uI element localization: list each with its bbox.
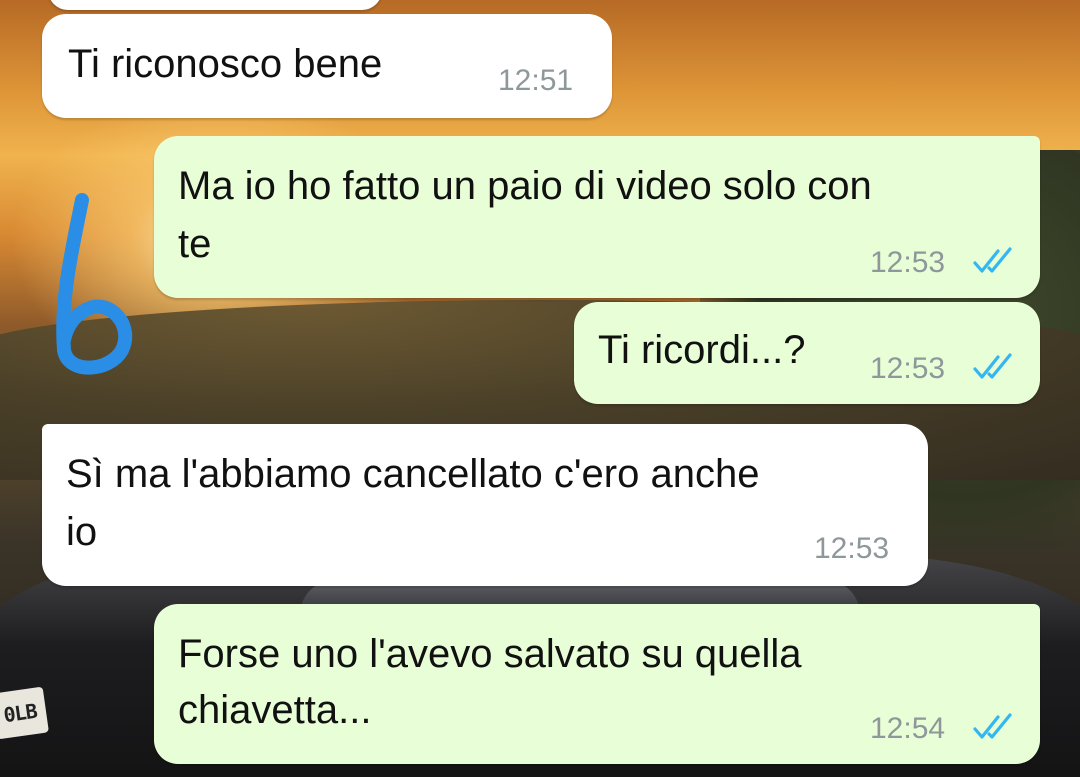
message-text-line: io	[66, 510, 98, 554]
message-timestamp: 12:53	[814, 532, 890, 565]
previous-message-bubble-partial[interactable]	[48, 0, 382, 10]
message-bubble-outgoing[interactable]: Forse uno l'avevo salvato su quella chia…	[154, 604, 1040, 764]
message-bubble-incoming[interactable]: Ti riconosco bene 12:51	[42, 14, 612, 118]
message-text: Ti ricordi...?	[598, 328, 806, 372]
message-text-line: Ma io ho fatto un paio di video solo con	[178, 164, 872, 208]
message-timestamp: 12:54	[870, 712, 946, 745]
message-timestamp: 12:51	[498, 64, 574, 97]
handwritten-annotation-six-icon	[56, 193, 133, 375]
message-text-line: te	[178, 222, 212, 266]
message-bubble-incoming[interactable]: Sì ma l'abbiamo cancellato c'ero anche i…	[42, 424, 928, 586]
double-check-read-icon	[973, 713, 1012, 739]
message-bubble-outgoing[interactable]: Ti ricordi...? 12:53	[574, 302, 1040, 404]
message-text-line: Forse uno l'avevo salvato su quella	[178, 632, 802, 676]
double-check-read-icon	[973, 353, 1012, 379]
message-timestamp: 12:53	[870, 246, 946, 279]
message-bubble-outgoing[interactable]: Ma io ho fatto un paio di video solo con…	[154, 136, 1040, 298]
message-text-line: Sì ma l'abbiamo cancellato c'ero anche	[66, 452, 760, 496]
double-check-read-icon	[973, 247, 1012, 273]
wallpaper-license-plate: 0LB	[0, 686, 49, 740]
message-text: Ti riconosco bene	[68, 42, 383, 86]
message-timestamp: 12:53	[870, 352, 946, 385]
message-text-line: chiavetta...	[178, 688, 372, 732]
